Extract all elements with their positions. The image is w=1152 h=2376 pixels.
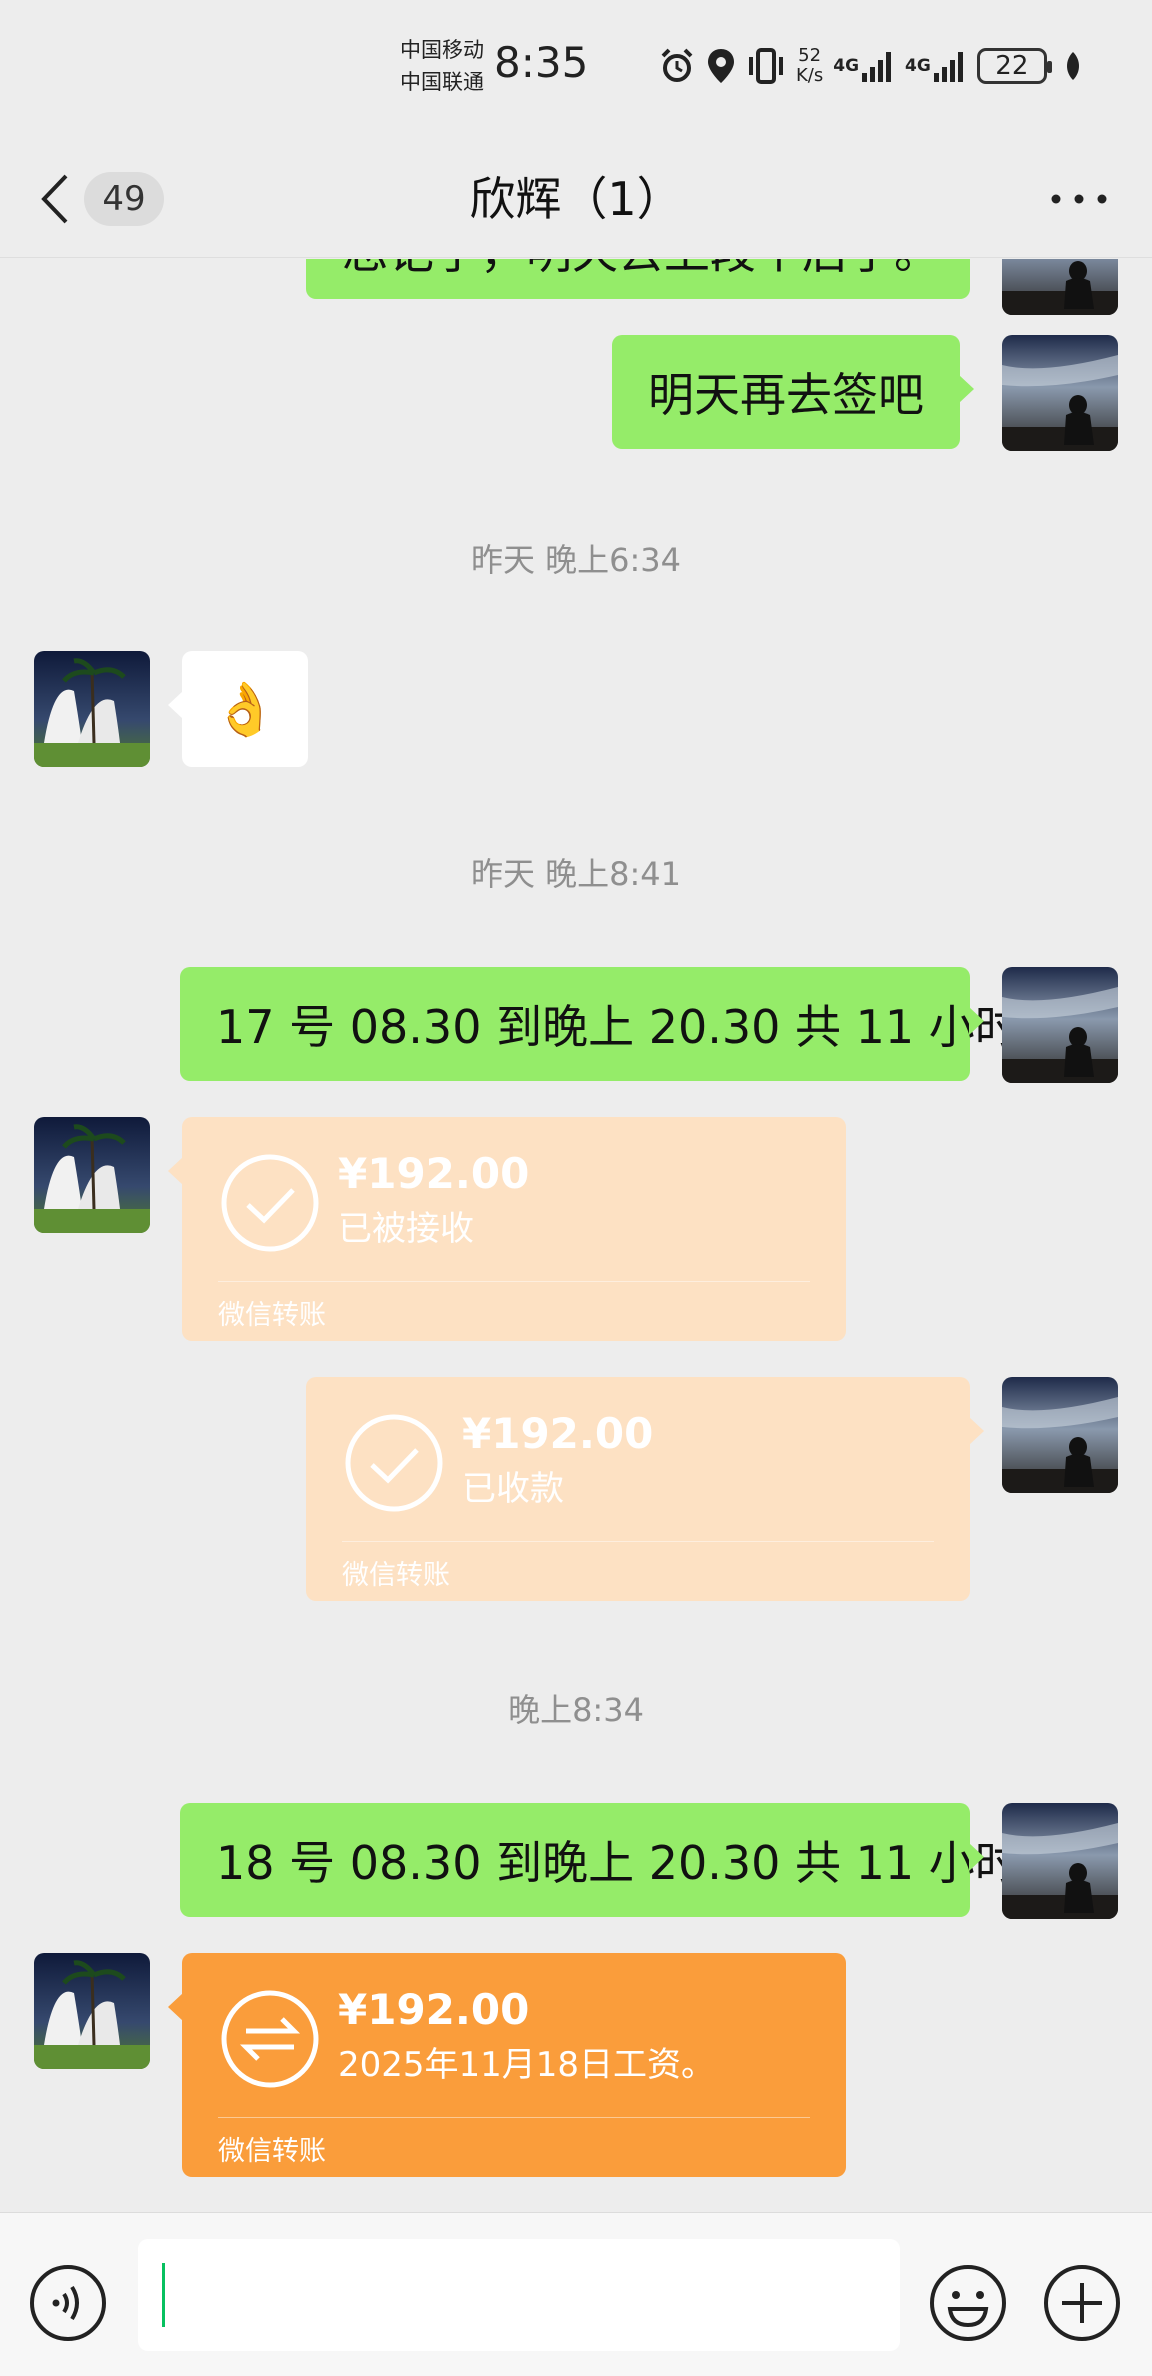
timestamp: 昨天 晚上6:34 <box>470 541 682 579</box>
transfer-card[interactable]: ¥192.00 已被接收 微信转账 <box>168 1117 846 1341</box>
battery-icon: 22 <box>976 48 1052 84</box>
message-bubble[interactable]: 忘记了，明天去上段个后了。 <box>306 259 970 299</box>
message-text: 18 号 08.30 到晚上 20.30 共 11 小时 <box>216 1836 1021 1890</box>
message-bubble[interactable]: 17 号 08.30 到晚上 20.30 共 11 小时 <box>180 967 1021 1081</box>
back-button[interactable]: 49 <box>40 164 180 234</box>
transfer-label: 微信转账 <box>218 1300 326 1331</box>
transfer-label: 微信转账 <box>342 1560 450 1591</box>
network-speed: 52 K/s <box>796 45 824 86</box>
message-input[interactable] <box>138 2239 900 2351</box>
more-dots-icon <box>1051 194 1107 204</box>
voice-icon <box>30 2265 106 2341</box>
my-avatar[interactable] <box>1002 259 1118 315</box>
message-text: 明天再去签吧 <box>648 368 924 422</box>
transfer-status: 已被接收 <box>338 1209 474 1249</box>
signal-icon: 4G <box>905 49 967 83</box>
my-avatar[interactable] <box>1002 335 1118 451</box>
location-icon <box>706 47 736 85</box>
unread-count-badge: 49 <box>84 172 164 226</box>
transfer-amount: ¥192.00 <box>338 1149 530 1198</box>
text-caret <box>162 2263 165 2327</box>
divider <box>218 2117 810 2118</box>
vibrate-icon <box>746 47 786 85</box>
transfer-amount: ¥192.00 <box>338 1985 530 2034</box>
smiley-icon <box>930 2265 1006 2341</box>
more-functions-button[interactable] <box>1042 2263 1122 2343</box>
alarm-icon <box>658 47 696 85</box>
chevron-left-icon <box>41 174 68 224</box>
check-circle-icon <box>221 1154 319 1252</box>
carrier-names: 中国移动 中国联通 <box>400 34 484 98</box>
my-avatar[interactable] <box>1002 1803 1118 1919</box>
transfer-amount: ¥192.00 <box>462 1409 654 1458</box>
status-icons: 52 K/s 4G 4G 22 <box>658 44 1083 88</box>
carrier-1: 中国移动 <box>400 38 484 62</box>
message-list[interactable]: 忘记了，明天去上段个后了。 明天再去签吧 昨天 晚上6:34 👌 昨天 晚上8:… <box>0 259 1152 2210</box>
emoji-button[interactable] <box>928 2263 1008 2343</box>
transfer-note: 2025年11月18日工资。 <box>338 2045 716 2085</box>
my-avatar[interactable] <box>1002 1377 1118 1493</box>
message-bubble[interactable]: 👌 <box>168 651 308 767</box>
ok-hand-emoji: 👌 <box>212 679 278 740</box>
my-avatar[interactable] <box>1002 967 1118 1083</box>
signal-icon: 4G <box>833 49 895 83</box>
plus-icon <box>1044 2265 1120 2341</box>
message-bubble[interactable]: 明天再去签吧 <box>612 335 974 449</box>
input-bar <box>0 2212 1152 2376</box>
carrier-2: 中国联通 <box>400 70 484 94</box>
contact-avatar[interactable] <box>34 1953 150 2069</box>
transfer-status: 已收款 <box>462 1469 564 1509</box>
contact-avatar[interactable] <box>34 651 150 767</box>
voice-input-button[interactable] <box>28 2263 108 2343</box>
timestamp: 晚上8:34 <box>508 1691 644 1729</box>
transfer-arrows-icon <box>221 1990 319 2088</box>
transfer-card[interactable]: ¥192.00 已收款 微信转账 <box>306 1377 984 1601</box>
contact-avatar[interactable] <box>34 1117 150 1233</box>
divider <box>218 1281 810 1282</box>
transfer-card[interactable]: ¥192.00 2025年11月18日工资。 微信转账 <box>168 1953 846 2177</box>
status-bar: 中国移动 中国联通 8:35 52 K/s 4G 4G 22 <box>0 0 1152 140</box>
check-circle-icon <box>345 1414 443 1512</box>
more-options-button[interactable] <box>1044 174 1114 224</box>
status-time: 8:35 <box>494 38 589 87</box>
message-text: 忘记了，明天去上段个后了。 <box>342 259 940 282</box>
divider <box>342 1541 934 1542</box>
timestamp: 昨天 晚上8:41 <box>470 855 682 893</box>
message-text: 17 号 08.30 到晚上 20.30 共 11 小时 <box>216 1000 1021 1054</box>
transfer-label: 微信转账 <box>218 2136 326 2167</box>
chat-header: 欣辉（1） 49 <box>0 140 1152 258</box>
leaf-icon <box>1063 50 1083 82</box>
message-bubble[interactable]: 18 号 08.30 到晚上 20.30 共 11 小时 <box>180 1803 1021 1917</box>
